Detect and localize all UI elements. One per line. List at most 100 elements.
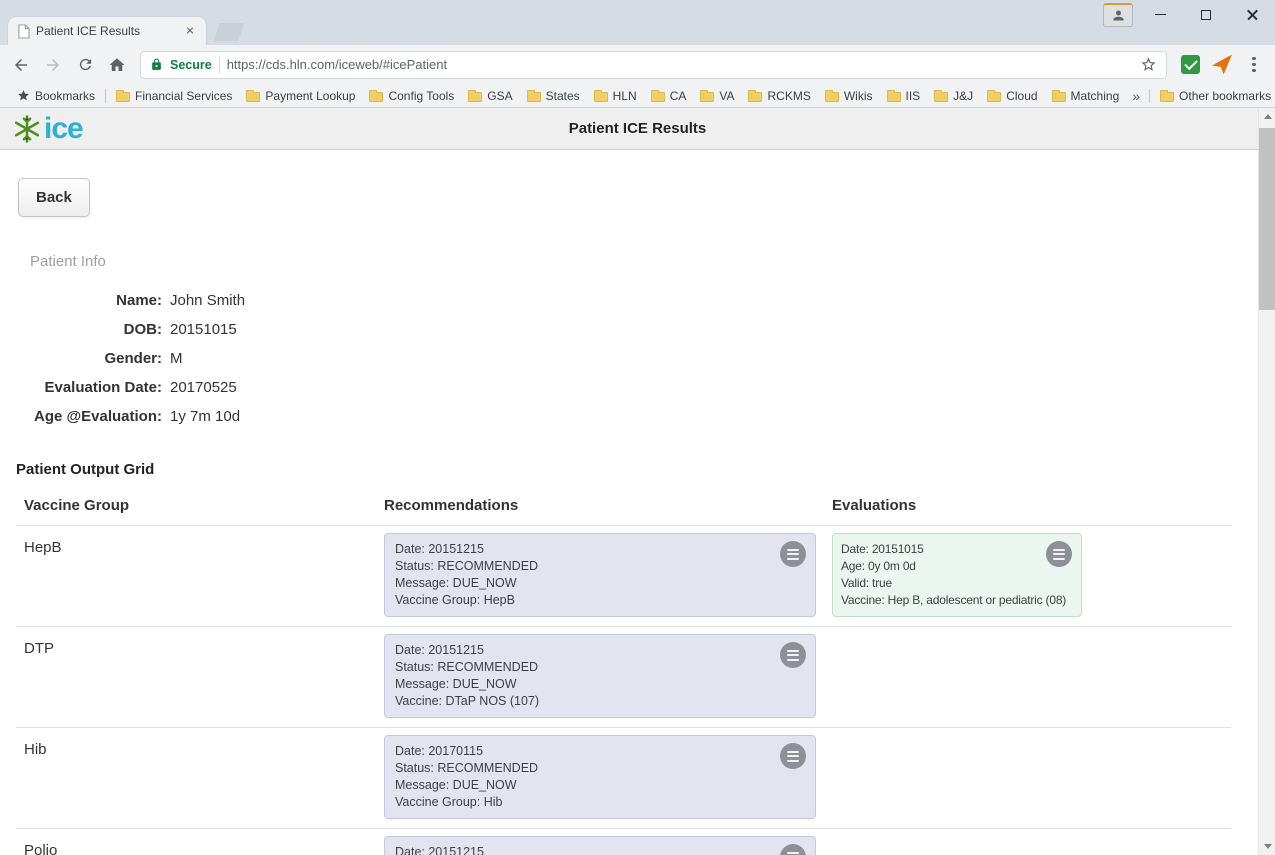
bookmark-gsa[interactable]: GSA: [461, 89, 519, 103]
evaluation-card: Date: 20151015 Age: 0y 0m 0d Valid: true…: [832, 533, 1082, 617]
field-dob: DOB: 20151015: [16, 315, 1231, 344]
page-title: Patient ICE Results: [0, 120, 1275, 137]
logo-text: ice: [44, 114, 83, 144]
output-grid: Vaccine Group Recommendations Evaluation…: [16, 488, 1231, 855]
new-tab-button[interactable]: [214, 23, 244, 41]
recommendation-card: Date: 20170115 Status: RECOMMENDED Messa…: [384, 735, 816, 819]
bookmark-rckms[interactable]: RCKMS: [741, 89, 817, 103]
vaccine-group-name: DTP: [16, 634, 384, 718]
page-header: ice Patient ICE Results: [0, 108, 1275, 150]
bookmarks-separator: [1149, 89, 1150, 103]
ice-logo: ice: [12, 114, 83, 144]
profile-avatar-button[interactable]: [1103, 3, 1133, 27]
page-content: Back Patient Info Name: John Smith DOB: …: [0, 150, 1275, 855]
other-bookmarks[interactable]: Other bookmarks: [1153, 89, 1275, 103]
bookmark-va[interactable]: VA: [693, 89, 741, 103]
recommendation-card: Date: 20151215 Status: RECOMMENDED Messa…: [384, 634, 816, 718]
browser-menu-button[interactable]: [1239, 50, 1269, 80]
scroll-down-arrow[interactable]: [1259, 838, 1275, 855]
folder-icon: [246, 92, 260, 102]
bookmark-payment-lookup[interactable]: Payment Lookup: [239, 89, 362, 103]
bookmark-ca[interactable]: CA: [644, 89, 694, 103]
home-icon: [108, 56, 126, 74]
reload-icon: [77, 56, 94, 73]
grid-row-polio: Polio Date: 20151215 Status: RECOMMENDED: [16, 829, 1231, 855]
home-button[interactable]: [102, 50, 132, 80]
list-menu-icon[interactable]: [780, 642, 806, 668]
browser-tab[interactable]: Patient ICE Results: [8, 17, 206, 45]
extension-green-button[interactable]: [1175, 50, 1205, 80]
folder-icon: [825, 92, 839, 102]
column-recommendations: Recommendations: [384, 497, 832, 514]
bookmark-star-icon[interactable]: [1140, 56, 1157, 73]
kebab-menu-icon: [1252, 57, 1256, 73]
forward-arrow-icon: [44, 56, 62, 74]
tab-close-icon[interactable]: [183, 24, 197, 38]
field-gender: Gender: M: [16, 344, 1231, 373]
snowflake-icon: [12, 114, 42, 144]
grid-row-dtp: DTP Date: 20151215 Status: RECOMMENDED M…: [16, 627, 1231, 728]
close-icon: [1246, 8, 1259, 21]
address-bar[interactable]: Secure https://cds.hln.com/iceweb/#icePa…: [140, 51, 1167, 79]
bookmark-wikis[interactable]: Wikis: [818, 89, 880, 103]
back-arrow-icon: [12, 56, 30, 74]
browser-toolbar: Secure https://cds.hln.com/iceweb/#icePa…: [0, 45, 1275, 84]
list-menu-icon[interactable]: [780, 541, 806, 567]
vaccine-group-name: Polio: [16, 836, 384, 855]
back-button[interactable]: Back: [18, 178, 90, 217]
bookmarks-overflow-chevron[interactable]: »: [1126, 88, 1146, 104]
vaccine-group-name: Hib: [16, 735, 384, 819]
output-grid-title: Patient Output Grid: [16, 461, 1231, 478]
scrollbar-thumb[interactable]: [1259, 128, 1275, 310]
patient-info-fields: Name: John Smith DOB: 20151015 Gender: M…: [16, 286, 1231, 431]
vertical-scrollbar[interactable]: [1258, 108, 1275, 855]
bookmark-hln[interactable]: HLN: [587, 89, 644, 103]
extension-orange-button[interactable]: [1207, 50, 1237, 80]
lock-icon: [150, 58, 163, 71]
grid-row-hepb: HepB Date: 20151215 Status: RECOMMENDED …: [16, 526, 1231, 627]
bookmark-iis[interactable]: IIS: [880, 89, 928, 103]
close-button[interactable]: [1229, 0, 1275, 29]
list-menu-icon[interactable]: [1046, 541, 1072, 567]
field-evaluation-date: Evaluation Date: 20170525: [16, 373, 1231, 402]
bookmark-config-tools[interactable]: Config Tools: [362, 89, 461, 103]
folder-icon: [887, 92, 901, 102]
maximize-icon: [1201, 10, 1211, 20]
folder-icon: [934, 92, 948, 102]
folder-icon: [369, 92, 383, 102]
bookmark-states[interactable]: States: [520, 89, 587, 103]
person-icon: [1111, 8, 1126, 23]
folder-icon: [651, 92, 665, 102]
folder-icon: [700, 92, 714, 102]
minimize-button[interactable]: [1137, 0, 1183, 29]
maximize-button[interactable]: [1183, 0, 1229, 29]
recommendation-card: Date: 20151215 Status: RECOMMENDED: [384, 836, 816, 855]
bookmark-matching[interactable]: Matching: [1045, 89, 1127, 103]
reload-button[interactable]: [70, 50, 100, 80]
patient-info-legend: Patient Info: [30, 253, 1231, 270]
bookmark-cloud[interactable]: Cloud: [980, 89, 1044, 103]
tab-title: Patient ICE Results: [36, 24, 177, 38]
orange-extension-icon: [1212, 55, 1232, 75]
window-controls: [1137, 0, 1275, 29]
folder-icon: [468, 92, 482, 102]
secure-label: Secure: [170, 58, 212, 72]
bookmarks-root[interactable]: Bookmarks: [10, 89, 102, 103]
grid-header-row: Vaccine Group Recommendations Evaluation…: [16, 488, 1231, 526]
url-text[interactable]: https://cds.hln.com/iceweb/#icePatient: [227, 57, 1133, 72]
scroll-up-arrow[interactable]: [1259, 108, 1275, 125]
field-age-at-evaluation: Age @Evaluation: 1y 7m 10d: [16, 402, 1231, 431]
vaccine-group-name: HepB: [16, 533, 384, 617]
grid-row-hib: Hib Date: 20170115 Status: RECOMMENDED M…: [16, 728, 1231, 829]
folder-icon: [748, 92, 762, 102]
bookmarks-bar: Bookmarks Financial Services Payment Loo…: [0, 84, 1275, 108]
list-menu-icon[interactable]: [780, 743, 806, 769]
bookmark-financial-services[interactable]: Financial Services: [109, 89, 239, 103]
column-evaluations: Evaluations: [832, 497, 1231, 514]
green-check-extension-icon: [1181, 55, 1200, 74]
folder-icon: [1052, 92, 1066, 102]
back-nav-button[interactable]: [6, 50, 36, 80]
forward-nav-button[interactable]: [38, 50, 68, 80]
bookmarks-separator: [105, 89, 106, 103]
bookmark-jj[interactable]: J&J: [927, 89, 980, 103]
